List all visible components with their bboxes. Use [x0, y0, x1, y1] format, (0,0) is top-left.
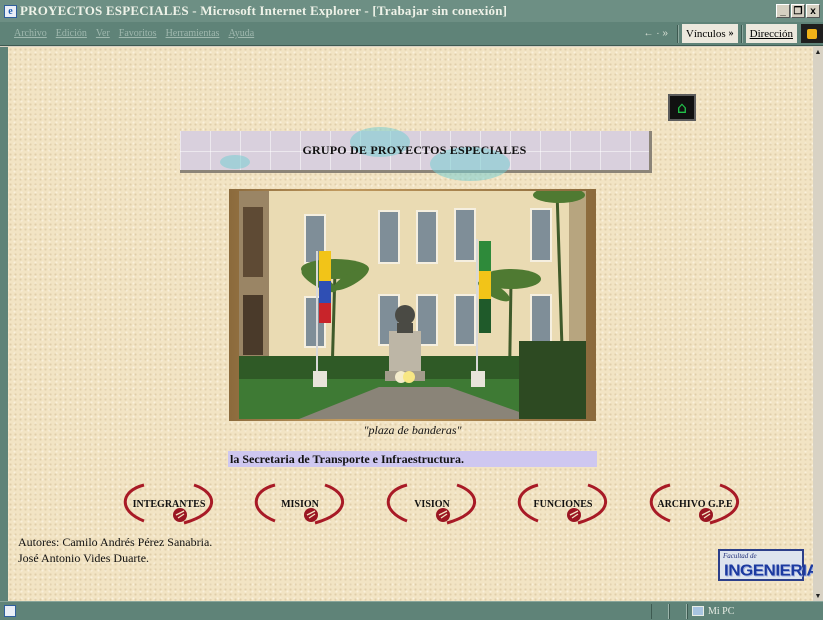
author-1: Camilo Andrés Pérez Sanabria.: [62, 535, 213, 549]
nav-button-label: INTEGRANTES: [132, 499, 206, 510]
faculty-logo[interactable]: Facultad de INGENIERIA: [718, 549, 813, 581]
plaza-photo: [229, 189, 596, 421]
nav-button-funciones[interactable]: FUNCIONES: [508, 481, 618, 527]
logo-big-text: INGENIERIA: [724, 562, 813, 580]
menu-ver[interactable]: Ver: [96, 28, 110, 39]
windows-logo-icon: [801, 24, 823, 43]
menu-herramientas[interactable]: Herramientas: [166, 28, 220, 39]
logo-small-text: Facultad de: [723, 552, 757, 560]
chevron-right-icon: »: [728, 28, 734, 39]
nav-button-integrantes[interactable]: INTEGRANTES: [114, 481, 224, 527]
nav-button-archivo[interactable]: ARCHIVO G.P.E: [640, 481, 750, 527]
menu-edicion[interactable]: Edición: [56, 28, 87, 39]
scroll-down-icon[interactable]: ▼: [813, 591, 823, 601]
minimize-button[interactable]: _: [776, 4, 790, 18]
security-zone: Mi PC: [687, 603, 823, 619]
menu-favoritos[interactable]: Favoritos: [119, 28, 157, 39]
photo-caption: "plaza de banderas": [363, 423, 462, 437]
window-titlebar: e PROYECTOS ESPECIALES - Microsoft Inter…: [0, 0, 823, 22]
nav-button-mision[interactable]: MISION: [245, 481, 355, 527]
menu-ayuda[interactable]: Ayuda: [228, 28, 254, 39]
plaza-photo-image: [239, 191, 586, 419]
toolbar-separator: [676, 24, 679, 43]
home-icon: ⌂: [676, 97, 688, 117]
links-button[interactable]: Vínculos»: [681, 24, 738, 43]
banner-map-decoration: [220, 155, 250, 169]
zone-label: Mi PC: [708, 605, 735, 617]
nav-button-label: MISION: [281, 499, 319, 510]
nav-button-label: VISION: [414, 499, 450, 510]
title-banner: GRUPO DE PROYECTOS ESPECIALES: [180, 127, 652, 181]
menu-bar: Archivo Edición Ver Favoritos Herramient…: [0, 22, 823, 46]
close-button[interactable]: x: [806, 4, 820, 18]
vertical-scrollbar[interactable]: ▲ ▼: [813, 47, 823, 601]
address-button[interactable]: Dirección: [745, 24, 797, 43]
page-title: GRUPO DE PROYECTOS ESPECIALES: [302, 143, 527, 157]
links-label: Vínculos: [685, 27, 726, 40]
toolbar-separator: [740, 24, 743, 43]
status-bar: Mi PC: [0, 601, 823, 620]
page-status-icon: [4, 605, 16, 617]
status-pane: [669, 603, 687, 619]
ie-icon: e: [4, 4, 17, 18]
nav-button-vision[interactable]: VISION: [377, 481, 487, 527]
author-2: José Antonio Vides Duarte.: [18, 551, 150, 565]
computer-icon: [692, 606, 704, 616]
restore-button[interactable]: ❐: [791, 4, 805, 18]
authors-block: Autores: Camilo Andrés Pérez Sanabria. J…: [18, 534, 212, 566]
scrolling-marquee: la Secretaria de Transporte e Infraestru…: [228, 451, 597, 467]
page-viewport: ⌂ GRUPO DE PROYECTOS ESPECIALES "plaza d…: [0, 47, 813, 601]
home-button[interactable]: ⌂: [668, 94, 696, 121]
authors-label: Autores:: [18, 535, 60, 549]
nav-button-label: FUNCIONES: [533, 499, 593, 510]
authors-line-1: Autores: Camilo Andrés Pérez Sanabria.: [18, 534, 212, 550]
window-title: PROYECTOS ESPECIALES - Microsoft Interne…: [20, 3, 508, 18]
nav-button-label: ARCHIVO G.P.E: [657, 499, 733, 510]
scroll-up-icon[interactable]: ▲: [813, 47, 823, 57]
menu-archivo[interactable]: Archivo: [14, 28, 47, 39]
back-forward-icon[interactable]: ← · »: [643, 28, 667, 39]
status-pane: [651, 603, 669, 619]
